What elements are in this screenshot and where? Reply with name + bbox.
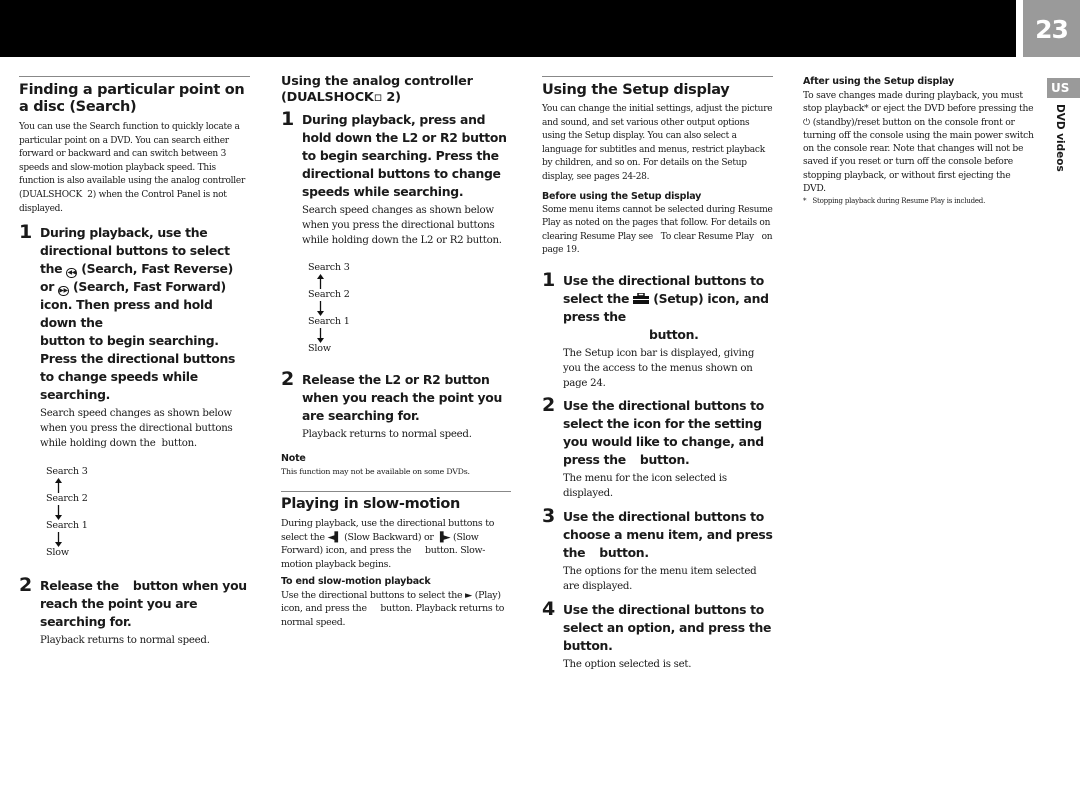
section-heading: Finding a particular point on a disc (Se… (19, 82, 245, 115)
diagram-label: Search 1 (308, 316, 350, 328)
diagram-label: Search 3 (308, 262, 350, 274)
step-title-text: Use the directional buttons to choose a … (563, 508, 773, 560)
speed-diagram: Search 3 Search 2 Search 1 Slow (46, 466, 250, 559)
slow-motion-text: During playback, use the directional but… (281, 517, 511, 571)
step-title-text: button. (563, 637, 613, 653)
step-2: 2 Release the L2 or R2 button when you r… (281, 368, 511, 443)
setup-toolbox-icon (633, 292, 650, 304)
step-description: The option selected is set. (563, 658, 692, 670)
step-2: 2 Use the directional buttons to select … (542, 394, 773, 502)
analog-controller-section: Using the analog controller (DUALSHOCK▫ … (281, 74, 511, 629)
step-description: Search speed changes as shown below when… (302, 205, 502, 246)
note-label: Note (281, 453, 306, 465)
step-number: 4 (542, 597, 556, 620)
step-number: 2 (281, 368, 295, 391)
diagram-label: Search 3 (46, 465, 88, 477)
setup-display-section: Using the Setup display You can change t… (542, 76, 773, 676)
step-title-text: button to begin searching. Press the dir… (40, 333, 236, 403)
step-description: The menu for the icon selected is displa… (563, 473, 727, 500)
subheading: Before using the Setup display (542, 190, 702, 202)
diagram-label: Search 1 (46, 519, 88, 531)
arrow-up-icon (316, 274, 325, 290)
step-title-text: button. (599, 544, 649, 560)
diagram-label: Search 2 (308, 289, 350, 301)
step-description: Playback returns to normal speed. (40, 634, 210, 646)
step-number: 3 (542, 504, 556, 527)
arrow-down-icon (54, 504, 63, 520)
intro-text: You can use the Search function to quick… (19, 122, 246, 214)
step-title-text: Use the directional buttons to select an… (563, 601, 772, 635)
footnote: * Stopping playback during Resume Play i… (803, 197, 986, 206)
diagram-label: Search 2 (46, 492, 88, 504)
step-number: 1 (542, 268, 556, 291)
diagram-label: Slow (308, 343, 331, 355)
subheading: After using the Setup display (803, 76, 955, 87)
after-setup-section: After using the Setup display To save ch… (803, 76, 1035, 207)
intro-text: You can change the initial settings, adj… (542, 104, 773, 182)
before-text: Some menu items cannot be selected durin… (542, 204, 773, 256)
section-heading: Playing in slow-motion (281, 496, 461, 513)
arrow-down-icon (316, 301, 325, 317)
step-number: 1 (19, 221, 33, 244)
after-text: To save changes made during playback, yo… (803, 89, 1035, 195)
arrow-up-icon (54, 477, 63, 493)
body-text: Use the directional buttons to select th… (281, 589, 466, 601)
step-title-text: button. (649, 326, 699, 342)
step-4: 4 Use the directional buttons to select … (542, 597, 773, 673)
page-number: 23 (1023, 0, 1080, 57)
step-number: 1 (281, 108, 295, 130)
speed-diagram: Search 3 Search 2 Search 1 Slow (308, 262, 511, 355)
subheading: To end slow-motion playback (281, 575, 431, 587)
slow-backward-icon: ◄▌ (327, 531, 342, 543)
step-title: Use the directional buttons to select th… (563, 272, 773, 344)
step-2: 2 Release the button when you reach the p… (19, 573, 250, 649)
standby-power-icon: ⏻ (803, 116, 811, 128)
step-title-text: button. (639, 452, 690, 468)
subsection-heading: Using the analog controller (DUALSHOCK▫ … (281, 74, 473, 105)
step-title: Use the directional buttons to choose a … (563, 508, 773, 562)
step-description: Playback returns to normal speed. (302, 429, 472, 441)
step-1: 1 Use the directional buttons to select … (542, 268, 773, 391)
body-text: To save changes made during playback, yo… (803, 90, 1034, 115)
step-title-text: Release the (40, 577, 119, 593)
section-heading: Using the Setup display (542, 82, 730, 98)
arrow-down-icon (316, 328, 325, 344)
step-title: Release the button when you reach the poi… (40, 577, 250, 631)
search-section: Finding a particular point on a disc (Se… (19, 76, 250, 652)
step-number: 2 (542, 394, 556, 417)
end-slow-motion-text: Use the directional buttons to select th… (281, 589, 511, 630)
step-title: Use the directional buttons to select th… (563, 397, 773, 469)
region-tab: US (1047, 78, 1080, 98)
step-title: Use the directional buttons to select an… (563, 601, 773, 655)
step-description: The Setup icon bar is displayed, giving … (563, 347, 755, 389)
step-1: 1 During playback, press and hold down t… (281, 108, 511, 248)
step-3: 3 Use the directional buttons to choose … (542, 504, 773, 595)
header-bar (0, 0, 1016, 57)
note-text: This function may not be available on so… (281, 467, 470, 477)
search-fast-reverse-icon: ◀◀ (66, 268, 78, 279)
step-1: 1 During playback, use the directional b… (19, 221, 250, 451)
body-text: (standby)/reset button on the console fr… (803, 116, 1034, 195)
step-title: Release the L2 or R2 button when you rea… (302, 372, 503, 424)
slow-forward-icon: ▐► (436, 531, 451, 543)
arrow-down-icon (54, 531, 63, 547)
section-rule (281, 491, 511, 493)
section-rule (19, 76, 250, 77)
body-text: (Slow Backward) or (341, 531, 437, 543)
diagram-label: Slow (46, 546, 69, 558)
step-number: 2 (19, 573, 33, 596)
step-description: Search speed changes as shown below when… (40, 408, 233, 449)
step-title: During playback, press and hold down the… (302, 112, 507, 199)
play-icon: ► (465, 589, 473, 601)
search-fast-forward-icon: ▶▶ (58, 286, 70, 297)
step-title: During playback, use the directional but… (40, 224, 250, 404)
section-tab: DVD videos (1054, 104, 1066, 172)
section-rule (542, 76, 773, 77)
step-description: The options for the menu item selected a… (563, 565, 757, 592)
